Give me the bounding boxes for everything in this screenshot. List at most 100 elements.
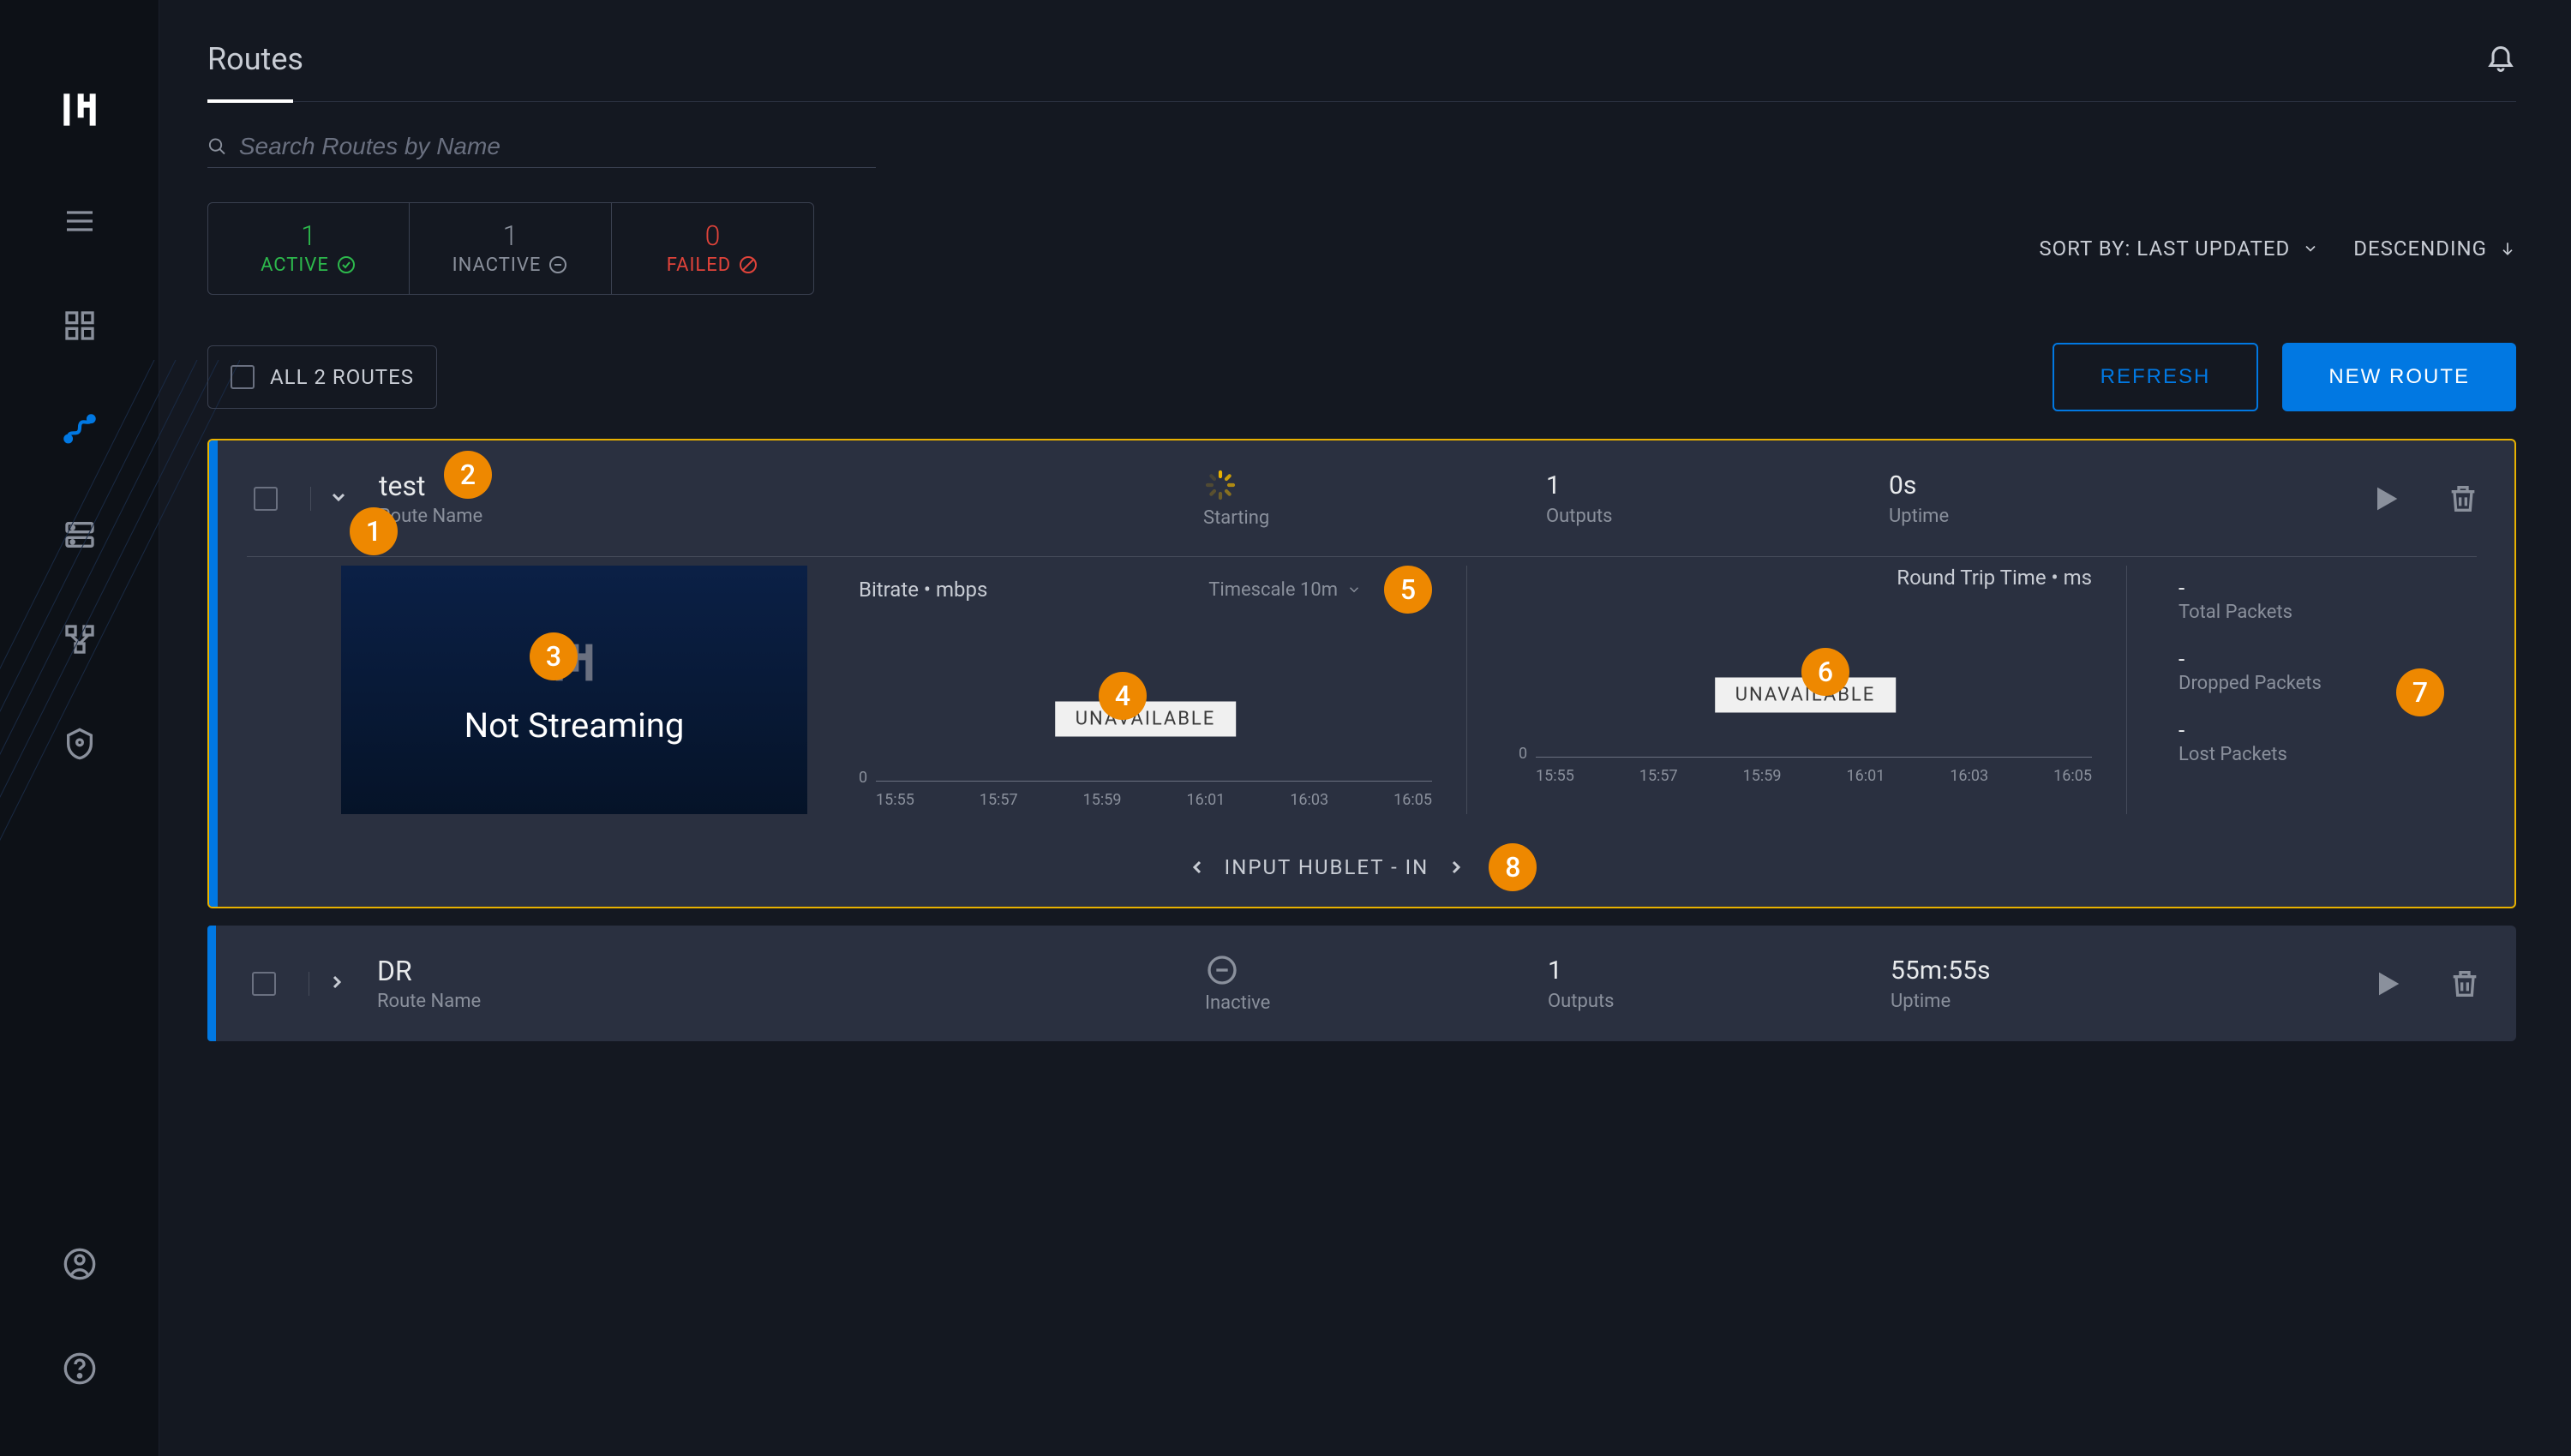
status-filters: 1 ACTIVE 1 INACTIVE 0 FAILE bbox=[207, 202, 814, 295]
network-icon[interactable] bbox=[61, 620, 99, 658]
slash-circle-icon bbox=[738, 255, 758, 275]
outputs-label: Outputs bbox=[1548, 991, 1719, 1012]
spinner-icon bbox=[1203, 468, 1238, 502]
footer-text: INPUT HUBLET - IN bbox=[1225, 855, 1429, 879]
active-label: ACTIVE bbox=[261, 255, 329, 276]
rtt-title: Round Trip Time • ms bbox=[1897, 566, 2092, 590]
help-icon[interactable] bbox=[61, 1350, 99, 1387]
x-tick: 16:03 bbox=[1950, 767, 1988, 785]
stream-preview: 3 Not Streaming bbox=[341, 566, 807, 814]
sort-order-label: DESCENDING bbox=[2353, 237, 2487, 261]
filter-failed[interactable]: 0 FAILED bbox=[612, 202, 814, 295]
timescale-label: Timescale 10m bbox=[1208, 579, 1338, 601]
security-icon[interactable] bbox=[61, 725, 99, 763]
delete-icon[interactable] bbox=[2448, 967, 2482, 1001]
annotation-badge: 6 bbox=[1801, 648, 1849, 696]
uptime-label: Uptime bbox=[1889, 506, 2060, 527]
expand-icon[interactable] bbox=[327, 972, 347, 992]
timescale-dropdown[interactable]: Timescale 10m 5 bbox=[1208, 566, 1432, 614]
chart-unavailable-label: UNAVAILABLE bbox=[1055, 702, 1237, 737]
new-route-button[interactable]: NEW ROUTE bbox=[2282, 343, 2516, 411]
y-axis-zero: 0 bbox=[859, 769, 867, 787]
annotation-badge: 7 bbox=[2396, 668, 2444, 716]
x-tick: 16:05 bbox=[1393, 791, 1432, 809]
route-card-dr: DR Route Name Inactive 1 Outputs 55m:55s… bbox=[207, 926, 2516, 1041]
sort-order-toggle[interactable]: DESCENDING bbox=[2353, 237, 2516, 261]
sort-controls: SORT BY: LAST UPDATED DESCENDING bbox=[2039, 237, 2516, 261]
outputs-value: 1 bbox=[1548, 956, 1719, 986]
minus-circle-icon bbox=[548, 255, 568, 275]
total-packets-label: Total Packets bbox=[2178, 602, 2436, 623]
annotation-badge: 5 bbox=[1384, 566, 1432, 614]
menu-icon[interactable] bbox=[61, 202, 99, 240]
dropped-packets-value: - bbox=[2178, 647, 2436, 673]
chart-baseline bbox=[876, 781, 1432, 782]
x-axis-ticks: 15:55 15:57 15:59 16:01 16:03 16:05 bbox=[1536, 767, 2092, 785]
routes-icon[interactable] bbox=[61, 411, 99, 449]
play-icon[interactable] bbox=[2370, 967, 2405, 1001]
uptime-value: 55m:55s bbox=[1891, 956, 2062, 986]
lost-packets-value: - bbox=[2178, 718, 2436, 744]
chart-baseline bbox=[1536, 757, 2092, 758]
delete-icon[interactable] bbox=[2446, 482, 2480, 516]
x-tick: 16:03 bbox=[1290, 791, 1328, 809]
chevron-down-icon bbox=[2302, 240, 2319, 257]
x-tick: 15:55 bbox=[1536, 767, 1574, 785]
y-axis-zero: 0 bbox=[1519, 745, 1527, 763]
route-checkbox[interactable] bbox=[252, 972, 276, 996]
failed-count: 0 bbox=[705, 222, 721, 249]
x-tick: 15:57 bbox=[980, 791, 1018, 809]
page-title: Routes bbox=[207, 41, 303, 101]
main-content: Routes 1 ACTIVE 1 INACTIVE bbox=[159, 0, 2571, 1456]
active-count: 1 bbox=[301, 222, 316, 249]
outputs-label: Outputs bbox=[1546, 506, 1717, 527]
user-icon[interactable] bbox=[61, 1245, 99, 1283]
route-card-test: test Route Name 2 1 bbox=[207, 439, 2516, 908]
filter-active[interactable]: 1 ACTIVE bbox=[207, 202, 410, 295]
uptime-label: Uptime bbox=[1891, 991, 2062, 1012]
packet-stats: 7 - Total Packets - Dropped Packets - Lo… bbox=[2178, 566, 2436, 814]
search-input[interactable] bbox=[239, 133, 876, 160]
sort-by-dropdown[interactable]: SORT BY: LAST UPDATED bbox=[2039, 237, 2319, 261]
play-icon[interactable] bbox=[2369, 482, 2403, 516]
sidebar bbox=[0, 0, 159, 1456]
route-accent bbox=[207, 926, 216, 1041]
app-logo bbox=[56, 86, 104, 134]
x-tick: 15:59 bbox=[1083, 791, 1122, 809]
select-all-label: ALL 2 ROUTES bbox=[270, 365, 414, 389]
filter-inactive[interactable]: 1 INACTIVE bbox=[410, 202, 612, 295]
x-tick: 15:59 bbox=[1743, 767, 1782, 785]
route-status-text: Inactive bbox=[1205, 992, 1270, 1014]
bitrate-title: Bitrate • mbps bbox=[859, 578, 987, 602]
chevron-down-icon bbox=[1346, 582, 1362, 597]
inactive-count: 1 bbox=[503, 222, 518, 249]
notification-icon[interactable] bbox=[2485, 41, 2516, 72]
route-name: DR bbox=[377, 955, 481, 987]
refresh-button[interactable]: REFRESH bbox=[2053, 343, 2259, 411]
title-underline bbox=[207, 101, 2516, 102]
collapse-icon[interactable] bbox=[328, 487, 349, 507]
route-status-text: Starting bbox=[1203, 507, 1269, 529]
minus-circle-icon bbox=[1205, 953, 1239, 987]
x-tick: 16:01 bbox=[1186, 791, 1225, 809]
dashboard-icon[interactable] bbox=[61, 307, 99, 345]
servers-icon[interactable] bbox=[61, 516, 99, 554]
route-checkbox[interactable] bbox=[254, 487, 278, 511]
next-hublet-icon[interactable] bbox=[1446, 857, 1466, 878]
prev-hublet-icon[interactable] bbox=[1187, 857, 1208, 878]
x-tick: 15:57 bbox=[1639, 767, 1678, 785]
select-all-toggle[interactable]: ALL 2 ROUTES bbox=[207, 345, 437, 409]
x-tick: 16:05 bbox=[2053, 767, 2092, 785]
bitrate-chart: Bitrate • mbps Timescale 10m 5 4 UNAVAIL… bbox=[859, 566, 1467, 814]
select-all-checkbox[interactable] bbox=[231, 365, 255, 389]
inactive-label: INACTIVE bbox=[452, 255, 542, 276]
route-footer: INPUT HUBLET - IN 8 bbox=[209, 833, 2514, 907]
route-name-sublabel: Route Name bbox=[377, 991, 481, 1012]
check-circle-icon bbox=[336, 255, 357, 275]
annotation-badge: 4 bbox=[1099, 672, 1147, 720]
outputs-value: 1 bbox=[1546, 470, 1717, 500]
uptime-value: 0s bbox=[1889, 470, 2060, 500]
rtt-chart: Round Trip Time • ms 6 UNAVAILABLE 0 15:… bbox=[1519, 566, 2127, 814]
x-axis-ticks: 15:55 15:57 15:59 16:01 16:03 16:05 bbox=[876, 791, 1432, 809]
sort-by-label: SORT BY: LAST UPDATED bbox=[2039, 237, 2290, 261]
